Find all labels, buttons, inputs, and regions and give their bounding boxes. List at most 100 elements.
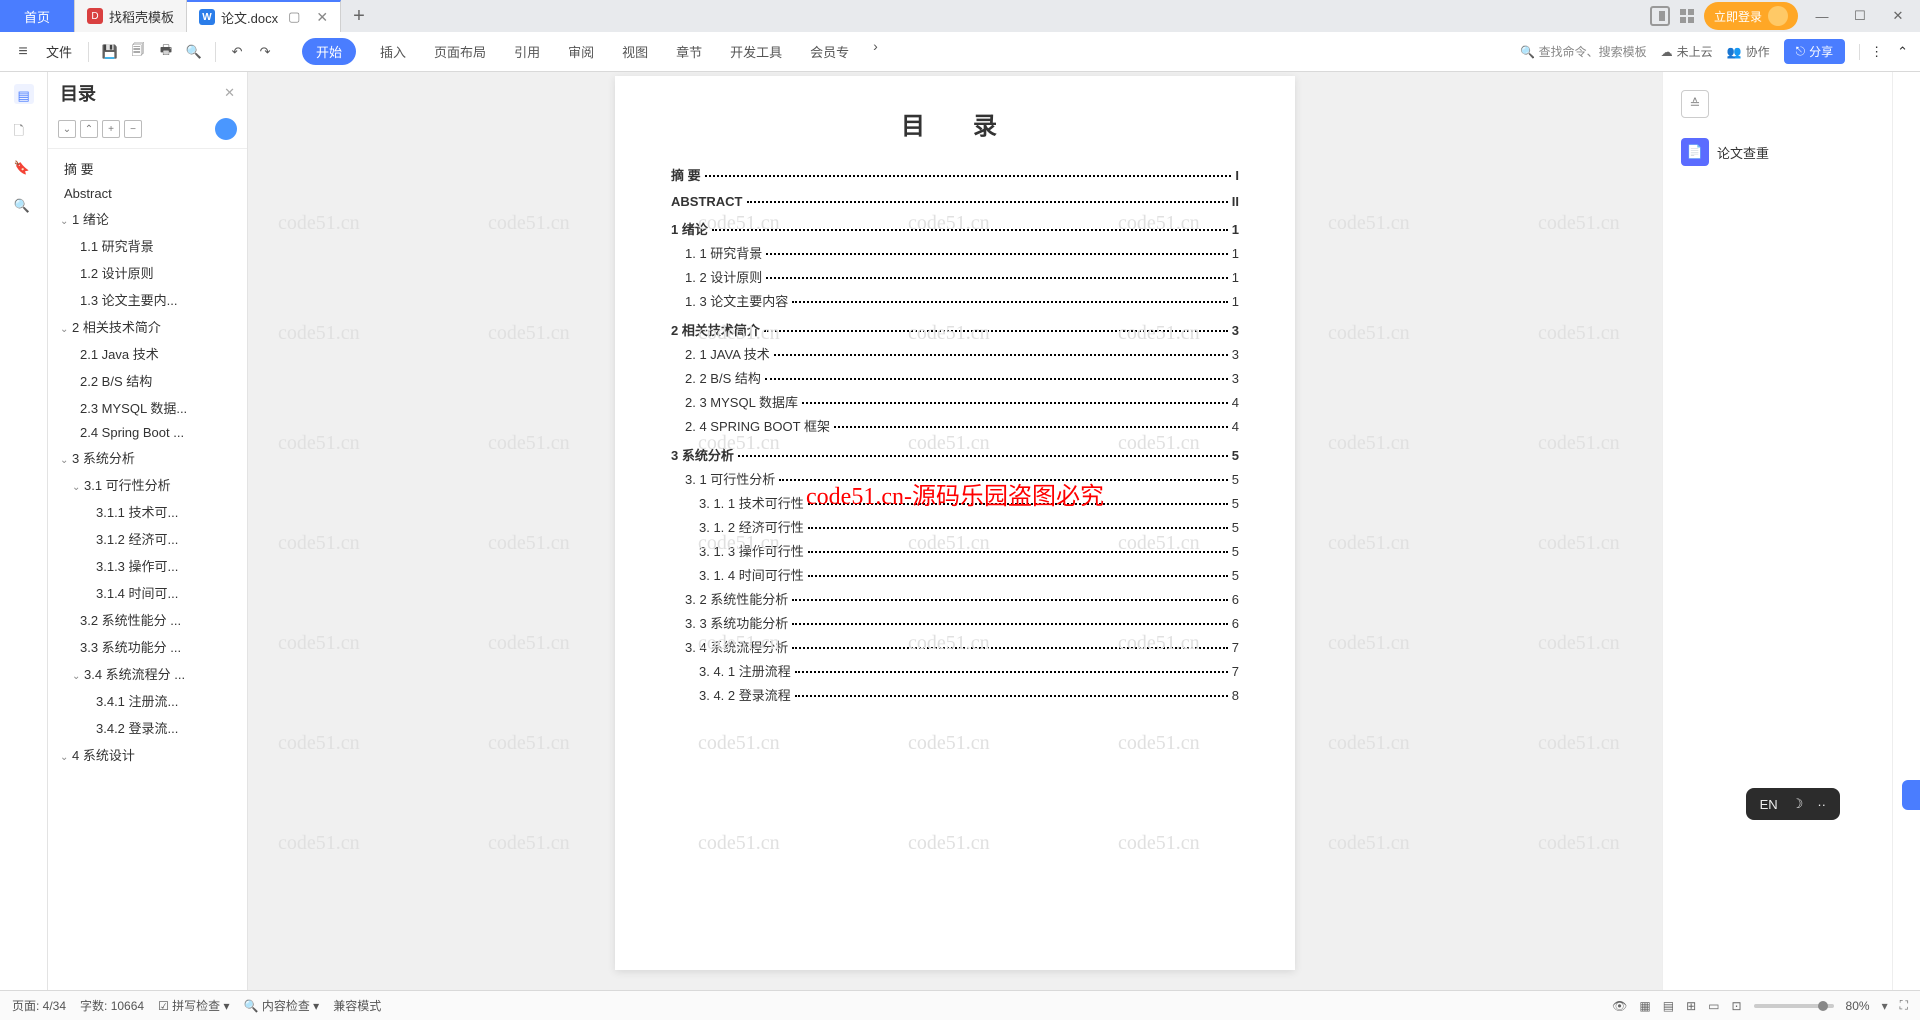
tab-pin-icon[interactable]: ▢	[288, 9, 300, 25]
view-mode-2-icon[interactable]: ▦	[1639, 999, 1650, 1013]
zoom-fit-icon[interactable]: ⊡	[1731, 999, 1741, 1013]
chevron-down-icon[interactable]: ⌄	[72, 671, 84, 682]
chevron-down-icon[interactable]: ⌄	[60, 455, 72, 466]
ribbon-tab-insert[interactable]: 插入	[376, 38, 410, 65]
toc-item[interactable]: 2.4 Spring Boot ...	[48, 421, 247, 444]
compat-mode[interactable]: 兼容模式	[333, 997, 381, 1014]
tab-template[interactable]: D 找稻壳模板	[75, 0, 187, 32]
maximize-button[interactable]: ☐	[1846, 2, 1874, 30]
toc-item[interactable]: 3.3 系统功能分 ...	[48, 633, 247, 660]
zoom-thumb[interactable]	[1818, 1001, 1828, 1011]
document-canvas[interactable]: code51.cncode51.cncode51.cncode51.cncode…	[248, 72, 1662, 990]
toc-item[interactable]: ⌄4 系统设计	[48, 741, 247, 768]
toc-item[interactable]: ⌄2 相关技术简介	[48, 313, 247, 340]
login-button[interactable]: 立即登录	[1704, 2, 1798, 30]
ime-bar[interactable]: EN ☽ ··	[1746, 788, 1840, 820]
cloud-status[interactable]: ☁ 未上云	[1661, 43, 1713, 60]
chevron-down-icon[interactable]: ⌄	[60, 752, 72, 763]
collab-button[interactable]: 👥 协作	[1727, 43, 1770, 60]
toc-item[interactable]: 3.1.1 技术可...	[48, 498, 247, 525]
ribbon-tab-review[interactable]: 审阅	[564, 38, 598, 65]
menu-icon[interactable]: ≡	[12, 41, 34, 63]
toc-dots	[808, 575, 1228, 577]
share-button[interactable]: ⎋ 分享	[1784, 39, 1846, 64]
chevron-down-icon[interactable]: ⌄	[60, 216, 72, 227]
ribbon-tab-start[interactable]: 开始	[302, 38, 356, 65]
toc-item[interactable]: ⌄3.4 系统流程分 ...	[48, 660, 247, 687]
collapse-ribbon-icon[interactable]: ⌃	[1897, 44, 1908, 60]
toc-item[interactable]: 2.1 Java 技术	[48, 340, 247, 367]
toc-item[interactable]: ⌄1 绪论	[48, 205, 247, 232]
minimize-button[interactable]: —	[1808, 2, 1836, 30]
level-down-icon[interactable]: −	[124, 120, 142, 138]
toc-item[interactable]: 1.3 论文主要内...	[48, 286, 247, 313]
side-tab-button[interactable]	[1902, 780, 1920, 810]
undo-icon[interactable]: ↶	[226, 41, 248, 63]
fullscreen-icon[interactable]: ⛶	[1900, 998, 1908, 1013]
more-icon[interactable]: ⋮	[1859, 44, 1883, 60]
toc-item[interactable]: 3.1.4 时间可...	[48, 579, 247, 606]
expand-all-icon[interactable]: ⌃	[80, 120, 98, 138]
toc-item[interactable]: 1.2 设计原则	[48, 259, 247, 286]
toc-item[interactable]: 3.4.1 注册流...	[48, 687, 247, 714]
toc-item[interactable]: 1.1 研究背景	[48, 232, 247, 259]
bookmark-icon[interactable]: 🔖	[14, 160, 34, 180]
content-check[interactable]: 🔍 内容检查 ▾	[244, 997, 320, 1014]
paper-check-button[interactable]: 📄 论文查重	[1675, 132, 1880, 172]
ribbon-tab-member[interactable]: 会员专	[806, 38, 853, 65]
tab-close-icon[interactable]: ✕	[316, 9, 328, 26]
save-as-icon[interactable]: 🗐	[127, 41, 149, 63]
toc-key: 3. 3 系统功能分析	[685, 613, 788, 632]
ribbon-tab-developer[interactable]: 开发工具	[726, 38, 786, 65]
toc-item[interactable]: 摘 要	[48, 155, 247, 182]
view-mode-1-icon[interactable]: 👁	[1612, 999, 1627, 1013]
thumbnail-icon[interactable]: 🗋	[14, 122, 34, 142]
toc-item[interactable]: 3.4.2 登录流...	[48, 714, 247, 741]
print-icon[interactable]: 🖶	[155, 41, 177, 63]
close-button[interactable]: ✕	[1884, 2, 1912, 30]
tab-document[interactable]: W 论文.docx ▢ ✕	[187, 0, 341, 32]
more-tabs-icon[interactable]: ›	[873, 38, 878, 65]
page-indicator[interactable]: 页面: 4/34	[12, 997, 66, 1014]
search-icon[interactable]: 🔍	[14, 198, 34, 218]
search-box[interactable]: 🔍 查找命令、搜索模板	[1520, 43, 1646, 60]
zoom-slider[interactable]	[1754, 1004, 1834, 1008]
toc-item[interactable]: 3.2 系统性能分 ...	[48, 606, 247, 633]
chevron-down-icon[interactable]: ⌄	[72, 482, 84, 493]
toc-item[interactable]: Abstract	[48, 182, 247, 205]
toc-item[interactable]: ⌄3 系统分析	[48, 444, 247, 471]
layout-icon-1[interactable]	[1650, 6, 1670, 26]
tab-home[interactable]: 首页	[0, 0, 75, 32]
ribbon-tab-references[interactable]: 引用	[510, 38, 544, 65]
file-menu[interactable]: 文件	[46, 42, 72, 61]
toc-key: 3. 1. 3 操作可行性	[699, 541, 804, 560]
save-icon[interactable]: 💾	[99, 41, 121, 63]
spell-check[interactable]: ☑ 拼写检查 ▾	[158, 997, 229, 1014]
close-panel-icon[interactable]: ✕	[224, 85, 235, 101]
toc-item[interactable]: ⌄3.1 可行性分析	[48, 471, 247, 498]
toc-item[interactable]: 2.2 B/S 结构	[48, 367, 247, 394]
level-up-icon[interactable]: +	[102, 120, 120, 138]
view-mode-4-icon[interactable]: ⊞	[1686, 999, 1696, 1013]
view-mode-5-icon[interactable]: ▭	[1708, 999, 1719, 1013]
zoom-dropdown-icon[interactable]: ▾	[1882, 999, 1888, 1013]
toc-item[interactable]: 3.1.2 经济可...	[48, 525, 247, 552]
new-tab-button[interactable]: +	[341, 5, 377, 28]
toc-item[interactable]: 2.3 MYSQL 数据...	[48, 394, 247, 421]
preview-icon[interactable]: 🔍	[183, 41, 205, 63]
ribbon-tab-chapter[interactable]: 章节	[672, 38, 706, 65]
ribbon-tab-layout[interactable]: 页面布局	[430, 38, 490, 65]
ribbon-tab-view[interactable]: 视图	[618, 38, 652, 65]
ai-icon[interactable]	[215, 118, 237, 140]
view-mode-3-icon[interactable]: ▤	[1663, 999, 1674, 1013]
redo-icon[interactable]: ↷	[254, 41, 276, 63]
word-count[interactable]: 字数: 10664	[80, 997, 144, 1014]
toc-item[interactable]: 3.1.3 操作可...	[48, 552, 247, 579]
doc-toc-line: 3. 3 系统功能分析6	[671, 613, 1239, 632]
chevron-down-icon[interactable]: ⌄	[60, 324, 72, 335]
style-panel-button[interactable]: ≙	[1675, 84, 1880, 124]
outline-icon[interactable]: ▤	[14, 84, 34, 104]
collapse-all-icon[interactable]: ⌄	[58, 120, 76, 138]
app-grid-icon[interactable]	[1680, 9, 1694, 23]
zoom-level[interactable]: 80%	[1846, 999, 1870, 1013]
